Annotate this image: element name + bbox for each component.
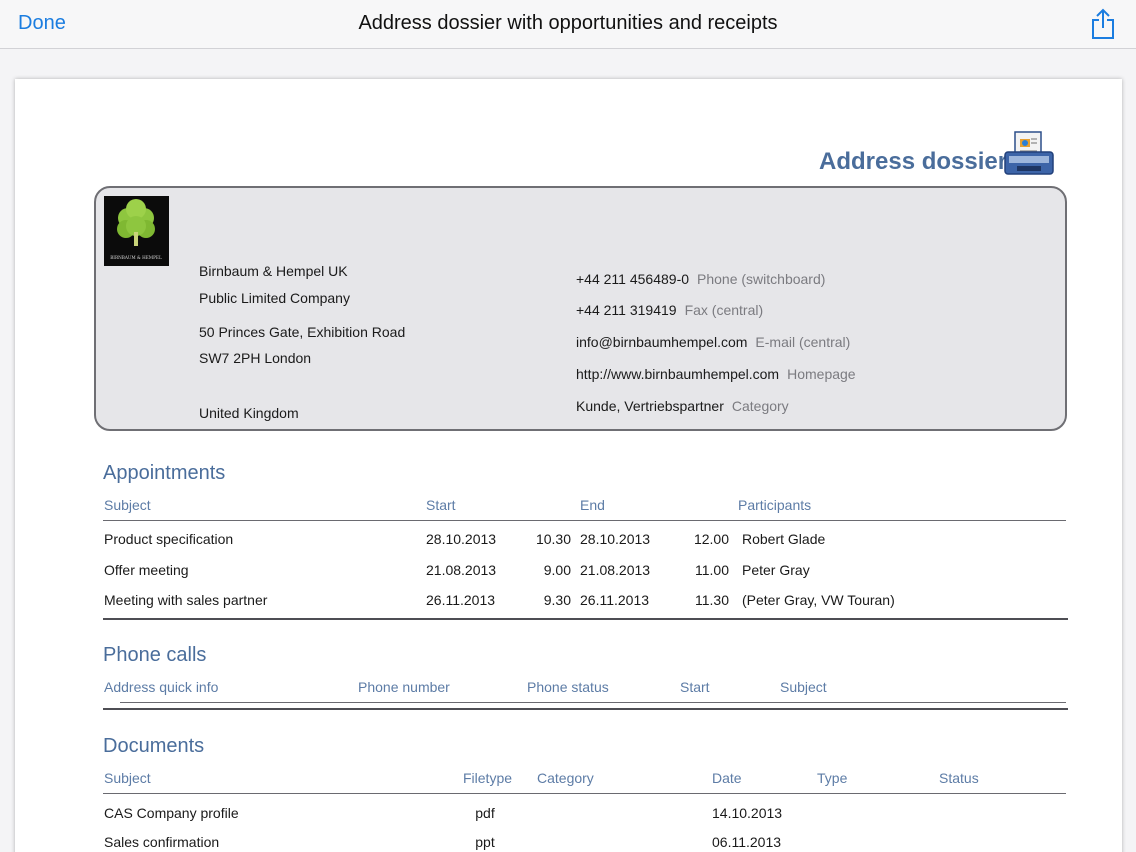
homepage-label: Homepage (787, 366, 856, 382)
document-date: 06.11.2013 (712, 834, 782, 850)
navigation-bar: Done Address dossier with opportunities … (0, 0, 1136, 49)
appointment-subject: Offer meeting (104, 562, 189, 578)
phone-calls-col-address: Address quick info (104, 679, 219, 695)
document-filetype: ppt (475, 834, 495, 850)
appointments-col-start: Start (426, 497, 456, 513)
document-subject: Sales confirmation (104, 834, 220, 850)
documents-col-subject: Subject (104, 770, 151, 786)
appointment-end-date: 26.11.2013 (580, 592, 650, 608)
document-subject: CAS Company profile (104, 805, 239, 821)
phone-calls-heading: Phone calls (103, 644, 207, 666)
appointment-start-time: 10.30 (535, 531, 571, 547)
contact-row-fax: +44 211 319419 Fax (central) (576, 302, 763, 318)
document-filetype: pdf (475, 805, 495, 821)
appointment-end-time: 12.00 (693, 531, 729, 547)
address-card: BIRNBAUM & HEMPEL Birnbaum & Hempel UK P… (94, 186, 1067, 431)
appointments-end-divider (103, 618, 1068, 620)
homepage-value[interactable]: http://www.birnbaumhempel.com (576, 366, 779, 382)
appointment-end-time: 11.30 (695, 592, 729, 608)
appointment-participants: Peter Gray (742, 562, 810, 578)
category-label: Category (731, 398, 789, 414)
appointment-end-date: 28.10.2013 (580, 531, 651, 547)
company-type: Public Limited Company (199, 290, 350, 306)
email-value[interactable]: info@birnbaumhempel.com (576, 334, 747, 350)
documents-col-status: Status (939, 770, 979, 786)
contact-row-homepage: http://www.birnbaumhempel.com Homepage (576, 366, 856, 382)
appointments-header-divider (103, 520, 1066, 521)
fax-value: +44 211 319419 (576, 302, 677, 318)
company-logo: BIRNBAUM & HEMPEL (104, 196, 169, 266)
appointment-end-date: 21.08.2013 (580, 562, 651, 578)
appointment-start-date: 28.10.2013 (426, 531, 497, 547)
dossier-heading: Address dossier (819, 148, 1008, 175)
documents-header-divider (103, 793, 1066, 794)
page-title: Address dossier with opportunities and r… (358, 12, 778, 34)
appointment-start-time: 9.00 (543, 562, 571, 578)
appointments-col-end: End (580, 497, 605, 513)
appointment-participants: (Peter Gray, VW Touran) (742, 592, 895, 608)
appointment-subject: Meeting with sales partner (104, 592, 268, 608)
appointments-col-participants: Participants (738, 497, 812, 513)
city-postcode: SW7 2PH London (199, 350, 312, 366)
company-name: Birnbaum & Hempel UK (199, 263, 348, 279)
documents-col-category: Category (537, 770, 594, 786)
street-address: 50 Princes Gate, Exhibition Road (199, 324, 406, 340)
documents-col-date: Date (712, 770, 742, 786)
appointment-end-time: 11.00 (695, 562, 729, 578)
appointment-participants: Robert Glade (742, 531, 826, 547)
phone-calls-col-subject: Subject (780, 679, 827, 695)
appointment-subject: Product specification (104, 531, 234, 547)
phone-calls-col-start: Start (680, 679, 710, 695)
logo-text: BIRNBAUM & HEMPEL (110, 255, 162, 260)
documents-heading: Documents (103, 735, 205, 757)
dossier-printer-icon (1004, 131, 1054, 175)
fax-label: Fax (central) (684, 302, 764, 318)
appointment-start-date: 21.08.2013 (426, 562, 497, 578)
appointment-start-time: 9.30 (543, 592, 571, 608)
contact-row-category: Kunde, Vertriebspartner Category (576, 398, 789, 414)
appointments-col-subject: Subject (104, 497, 151, 513)
country: United Kingdom (199, 405, 299, 421)
phone-value[interactable]: +44 211 456489-0 (576, 271, 689, 287)
documents-col-filetype: Filetype (463, 770, 513, 786)
phone-calls-col-number: Phone number (358, 679, 450, 695)
contact-row-email: info@birnbaumhempel.com E-mail (central) (576, 334, 850, 350)
phone-calls-col-status: Phone status (527, 679, 609, 695)
phone-calls-header-divider (120, 702, 1066, 703)
email-label: E-mail (central) (755, 334, 851, 350)
appointment-start-date: 26.11.2013 (426, 592, 496, 608)
documents-col-type: Type (817, 770, 848, 786)
category-value: Kunde, Vertriebspartner (576, 398, 724, 414)
document-date: 14.10.2013 (712, 805, 783, 821)
share-icon[interactable] (1090, 8, 1116, 40)
dossier-document: Address dossier BIRNBAUM & HEMPEL Birnba… (15, 79, 1122, 852)
contact-row-phone: +44 211 456489-0 Phone (switchboard) (576, 271, 825, 287)
appointments-heading: Appointments (103, 462, 226, 484)
phone-calls-end-divider (103, 708, 1068, 710)
phone-label: Phone (switchboard) (697, 271, 826, 287)
